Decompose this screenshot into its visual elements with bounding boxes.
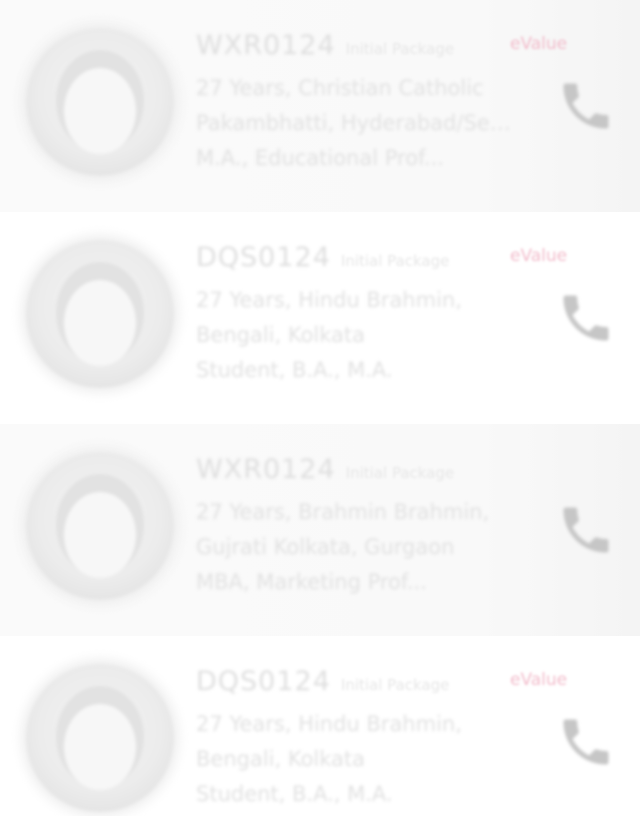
profile-location: Pakambhatti, Hyderabad/Sec... xyxy=(196,111,516,135)
phone-icon[interactable] xyxy=(556,500,616,560)
package-label: Initial Package xyxy=(345,464,455,482)
evalue-badge: eValue xyxy=(510,34,568,54)
avatar[interactable] xyxy=(26,240,174,388)
profile-location: Gujrati Kolkata, Gurgaon xyxy=(196,535,455,559)
phone-icon[interactable] xyxy=(556,288,616,348)
profile-education: Student, B.A., M.A. xyxy=(196,782,393,806)
phone-icon[interactable] xyxy=(556,712,616,772)
profile-education: MBA, Marketing Prof... xyxy=(196,570,427,594)
profile-location: Bengali, Kolkata xyxy=(196,747,366,771)
profile-header: DQS0124 Initial Package xyxy=(196,242,449,276)
phone-icon[interactable] xyxy=(556,76,616,136)
evalue-badge: eValue xyxy=(510,670,568,690)
profile-age-religion: 27 Years, Brahmin Brahmin, xyxy=(196,500,490,524)
avatar[interactable] xyxy=(26,28,174,176)
profile-id: DQS0124 xyxy=(196,666,331,697)
profile-header: WXR0124 Initial Package xyxy=(196,30,454,64)
avatar[interactable] xyxy=(26,664,174,812)
profile-id: WXR0124 xyxy=(196,454,336,485)
profile-education: M.A., Educational Prof... xyxy=(196,146,444,170)
profile-education: Student, B.A., M.A. xyxy=(196,358,393,382)
avatar-face xyxy=(64,492,136,578)
avatar-face xyxy=(64,704,136,790)
profile-location: Bengali, Kolkata xyxy=(196,323,366,347)
avatar[interactable] xyxy=(26,452,174,600)
avatar-face xyxy=(64,280,136,366)
profile-card[interactable]: DQS0124 Initial Package eValue 27 Years,… xyxy=(0,636,640,816)
package-label: Initial Package xyxy=(345,40,455,58)
profile-header: DQS0124 Initial Package xyxy=(196,666,449,700)
package-label: Initial Package xyxy=(340,252,450,270)
profile-age-religion: 27 Years, Hindu Brahmin, xyxy=(196,712,462,736)
profile-card[interactable]: WXR0124 Initial Package eValue 27 Years,… xyxy=(0,0,640,212)
profile-id: WXR0124 xyxy=(196,30,336,61)
avatar-face xyxy=(64,68,136,154)
profile-card[interactable]: WXR0124 Initial Package 27 Years, Brahmi… xyxy=(0,424,640,636)
package-label: Initial Package xyxy=(340,676,450,694)
profile-header: WXR0124 Initial Package xyxy=(196,454,454,488)
profile-card[interactable]: DQS0124 Initial Package eValue 27 Years,… xyxy=(0,212,640,424)
profile-age-religion: 27 Years, Christian Catholic xyxy=(196,76,484,100)
profile-id: DQS0124 xyxy=(196,242,331,273)
evalue-badge: eValue xyxy=(510,246,568,266)
profile-list: WXR0124 Initial Package eValue 27 Years,… xyxy=(0,0,640,816)
profile-age-religion: 27 Years, Hindu Brahmin, xyxy=(196,288,462,312)
